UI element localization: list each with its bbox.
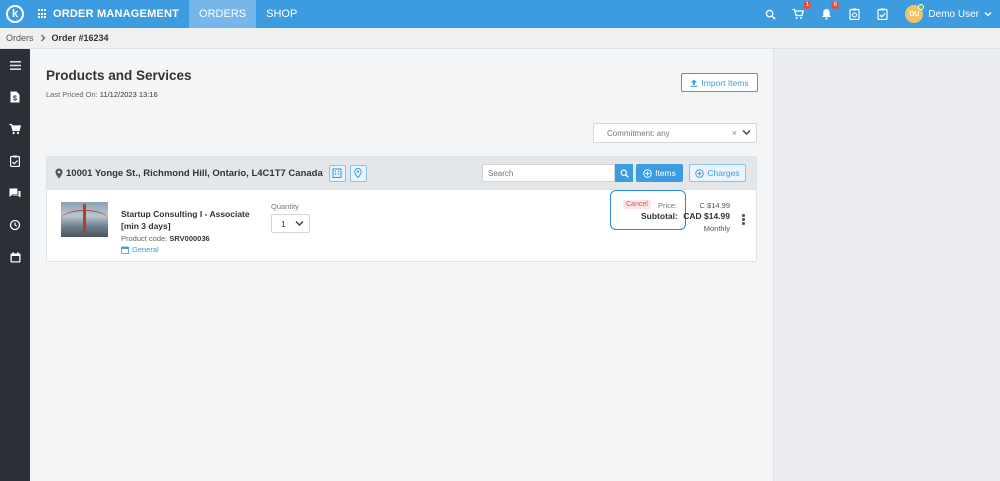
subtotal-label: Subtotal: [641,211,678,221]
clipboard-check-icon[interactable] [875,7,889,21]
sidebar: $ [0,49,30,481]
apps-grid-icon [38,9,48,19]
product-code-label: Product code: [121,234,168,243]
cart-badge: 1 [803,1,812,9]
tab-orders[interactable]: ORDERS [189,0,257,28]
chevron-down-icon [984,12,992,17]
product-image [61,202,108,237]
chat-icon[interactable] [0,177,30,209]
history-icon[interactable] [0,209,30,241]
user-name: Demo User [928,8,979,20]
online-status-dot [918,4,925,10]
image-bridge-tower [83,204,86,234]
address-text: 10001 Yonge St., Richmond Hill, Ontario,… [66,167,323,179]
map-marker-icon [55,168,63,178]
map-location-button[interactable] [349,164,367,182]
invoice-icon[interactable]: $ [0,81,30,113]
building-icon [332,168,342,178]
commitment-select[interactable]: Commitment: any × [593,123,757,143]
avatar-initials: DU [909,10,920,18]
app-title: ORDER MANAGEMENT [53,8,180,20]
chevron-down-icon [295,220,304,227]
search-button[interactable] [615,164,633,182]
plus-circle-icon [695,168,705,178]
breadcrumb-orders-link[interactable]: Orders [6,33,34,43]
location-panel: 10001 Yonge St., Richmond Hill, Ontario,… [46,156,757,262]
building-button[interactable] [328,164,346,182]
clear-commitment-icon[interactable]: × [732,128,737,138]
product-category-label: General [132,245,159,254]
breadcrumb-current: Order #16234 [51,33,109,43]
last-priced-value: 11/12/2023 13:16 [99,90,158,99]
avatar: DU [905,4,925,23]
app-title-menu[interactable]: ORDER MANAGEMENT [30,0,189,28]
add-items-button[interactable]: Items [636,164,683,182]
last-priced-info: Last Priced On: 11/12/2023 13:16 [46,90,158,99]
product-code: Product code: SRV000036 [121,234,210,243]
clipboard-clock-icon[interactable] [847,7,861,21]
chevron-down-icon [742,129,751,136]
location-address: 10001 Yonge St., Richmond Hill, Ontario,… [55,168,323,179]
main-content: Products and Services Last Priced On: 11… [30,49,773,481]
top-navbar: k ORDER MANAGEMENT ORDERS SHOP 1 6 DU De… [0,0,1000,28]
page-title: Products and Services [46,68,192,83]
quantity-select[interactable]: 1 [271,214,310,233]
upload-icon [690,79,698,87]
price-value: C $14.99 [699,201,730,210]
product-category[interactable]: General [121,245,159,254]
cart-icon[interactable] [0,113,30,145]
cancel-button[interactable]: Cancel [623,200,651,209]
app-logo[interactable]: k [0,0,30,28]
quantity-label: Quantity [271,202,299,211]
bell-icon[interactable]: 6 [819,1,840,21]
subtotal-value: CAD $14.99 [683,211,730,221]
tab-shop[interactable]: SHOP [256,0,307,28]
cart-icon[interactable]: 1 [791,1,812,21]
search-input[interactable] [482,164,615,182]
svg-text:$: $ [13,96,17,103]
breadcrumb: Orders Order #16234 [0,28,1000,49]
more-options-icon[interactable] [742,214,745,225]
price-label: Price: [658,201,678,210]
logo-letter: k [6,5,24,23]
last-priced-label: Last Priced On: [46,90,98,99]
clipboard-icon[interactable] [0,145,30,177]
items-button-label: Items [655,168,676,178]
list-item: Startup Consulting I - Associate [min 3 … [47,190,756,262]
billing-period: Monthly [703,224,730,233]
focus-highlight-box [610,190,686,230]
calendar-icon [121,246,129,254]
import-items-label: Import Items [701,77,749,88]
chevron-right-icon [40,34,45,42]
map-marker-icon [354,168,362,178]
import-items-button[interactable]: Import Items [681,73,758,92]
location-header: 10001 Yonge St., Richmond Hill, Ontario,… [47,157,756,190]
commitment-placeholder: Commitment: any [607,128,670,138]
items-search [482,164,633,182]
user-menu[interactable]: DU Demo User [905,4,992,23]
quantity-value: 1 [281,218,286,229]
product-name[interactable]: Startup Consulting I - Associate [min 3 … [121,209,261,232]
menu-icon[interactable] [0,49,30,81]
calendar-icon[interactable] [0,241,30,273]
add-charges-button[interactable]: Charges [689,164,746,182]
search-icon[interactable] [763,7,777,21]
notifications-badge: 6 [831,1,840,9]
search-icon [620,169,629,178]
right-side-panel [773,49,1000,481]
product-code-value: SRV000036 [169,234,210,243]
charges-button-label: Charges [707,168,740,178]
plus-circle-icon [643,168,652,178]
